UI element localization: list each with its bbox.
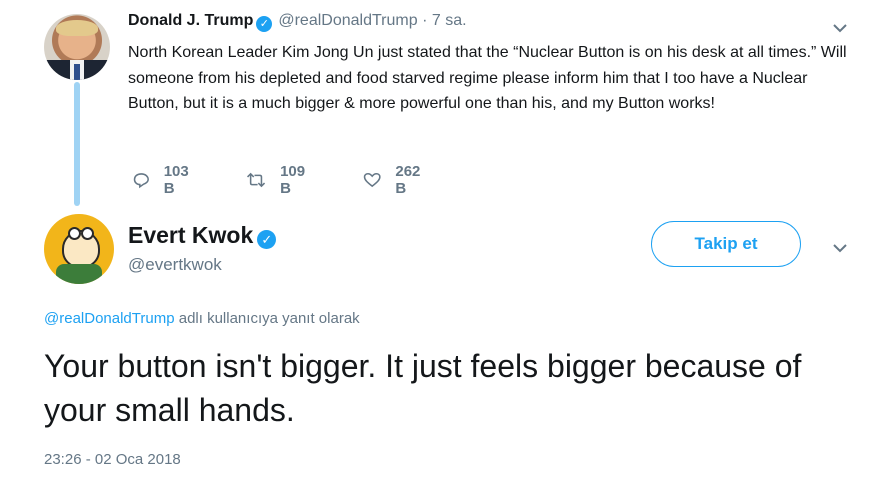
reply-action[interactable]: 103 B (133, 163, 194, 197)
reply-timestamp[interactable]: 23:26 - 02 Oca 2018 (44, 451, 181, 468)
avatar-evert[interactable] (44, 214, 114, 284)
avatar-glasses-left (68, 227, 81, 240)
reply-author-name[interactable]: Evert Kwok (128, 222, 253, 248)
avatar-trump[interactable] (44, 14, 110, 80)
parent-tweet-text: North Korean Leader Kim Jong Un just sta… (128, 44, 847, 112)
thread-connector-line (74, 82, 80, 206)
retweet-action[interactable]: 109 B (246, 163, 311, 197)
chevron-down-icon[interactable] (833, 20, 847, 33)
reply-author-handle[interactable]: @evertkwok (128, 255, 222, 275)
verified-badge-icon: ✓ (257, 230, 277, 249)
reply-author-name-row: Evert Kwok ✓ (128, 222, 277, 249)
reply-to-mention-link[interactable]: @realDonaldTrump (44, 310, 175, 327)
parent-author-handle[interactable]: @realDonaldTrump (278, 12, 417, 29)
like-action[interactable]: 262 B (363, 163, 426, 197)
header-separator: · (422, 12, 428, 29)
avatar-glasses-right (81, 227, 94, 240)
chevron-down-icon[interactable] (833, 240, 847, 253)
parent-author-name[interactable]: Donald J. Trump (128, 12, 253, 29)
parent-tweet-header: Donald J. Trump ✓ @realDonaldTrump · 7 sa. (128, 12, 467, 32)
reply-context-text: adlı kullanıcıya yanıt olarak (174, 310, 360, 327)
heart-icon (363, 172, 381, 188)
parent-tweet-time[interactable]: 7 sa. (432, 12, 467, 29)
reply-count: 103 B (163, 163, 189, 197)
reply-tweet-text: Your button isn't bigger. It just feels … (44, 348, 802, 428)
avatar-body (56, 264, 102, 284)
reply-context: @realDonaldTrump adlı kullanıcıya yanıt … (44, 310, 360, 327)
like-count: 262 B (395, 163, 421, 197)
follow-button[interactable]: Takip et (651, 221, 801, 267)
avatar-tie (74, 64, 80, 80)
reply-icon (133, 173, 149, 189)
retweet-count: 109 B (280, 163, 306, 197)
avatar-hair (56, 20, 98, 36)
retweet-icon (246, 172, 266, 188)
verified-badge-icon: ✓ (256, 16, 273, 32)
